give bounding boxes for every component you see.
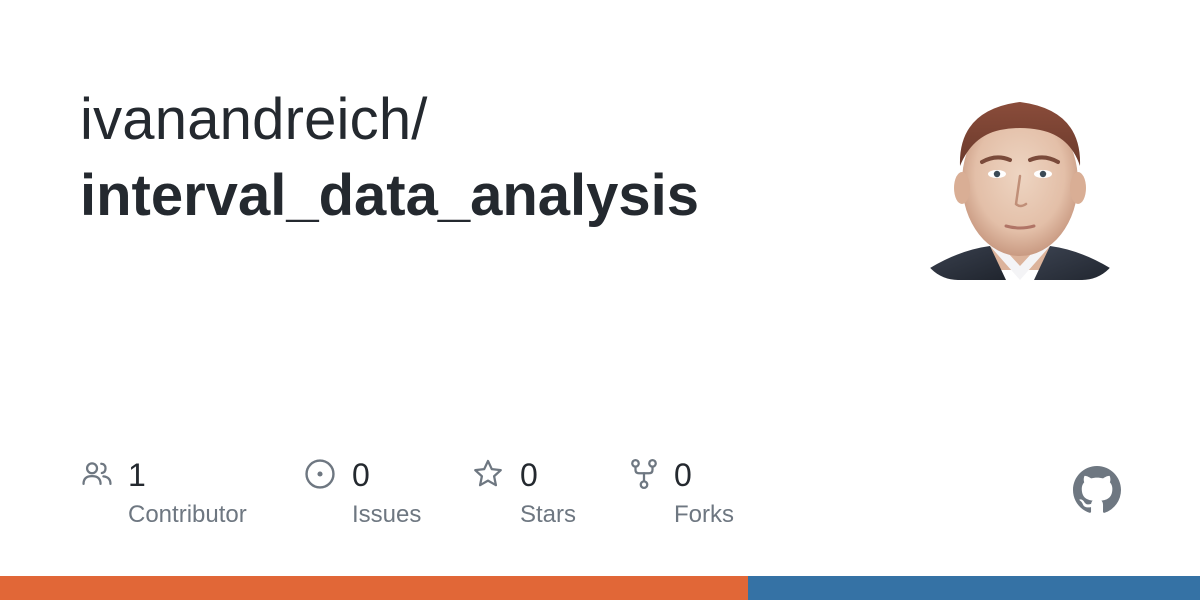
repo-owner[interactable]: ivanandreich/ [80,88,428,152]
issues-count: 0 [352,457,370,493]
avatar-image [920,80,1120,280]
forks-count: 0 [674,457,692,493]
github-mark-icon[interactable] [1073,466,1121,514]
contributors-label: Contributor [128,501,247,528]
stars-label: Stars [520,501,577,528]
forks-label: Forks [674,501,734,528]
language-segment-primary [0,576,748,600]
repo-name[interactable]: interval_data_analysis [80,164,699,228]
stars-count: 0 [520,457,538,493]
issue-opened-icon [305,459,335,489]
contributors-count: 1 [128,457,146,493]
issues-label: Issues [352,501,422,528]
language-segment-secondary [748,576,1200,600]
avatar [920,80,1120,280]
repo-forked-icon [631,458,657,490]
star-icon [474,459,502,487]
people-icon [82,462,112,486]
language-bar [0,576,1200,600]
